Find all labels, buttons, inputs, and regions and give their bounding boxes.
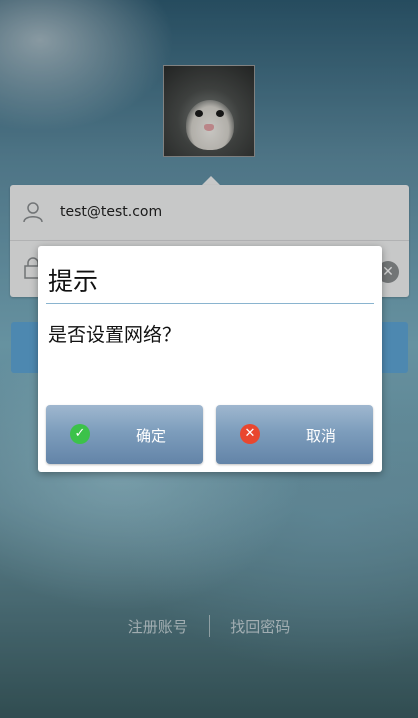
confirm-label: 确定 xyxy=(135,427,166,445)
dialog-title: 提示 xyxy=(48,267,99,296)
cancel-button[interactable]: ✕ 取消 xyxy=(216,405,373,464)
alert-dialog: 提示 是否设置网络？ ✓ 确定 ✕ 取消 xyxy=(38,246,382,472)
dialog-message: 是否设置网络？ xyxy=(48,324,182,346)
confirm-button[interactable]: ✓ 确定 xyxy=(46,405,203,464)
check-icon: ✓ xyxy=(70,424,90,444)
cancel-label: 取消 xyxy=(305,427,336,445)
cross-icon: ✕ xyxy=(240,424,260,444)
dialog-divider xyxy=(46,303,374,304)
